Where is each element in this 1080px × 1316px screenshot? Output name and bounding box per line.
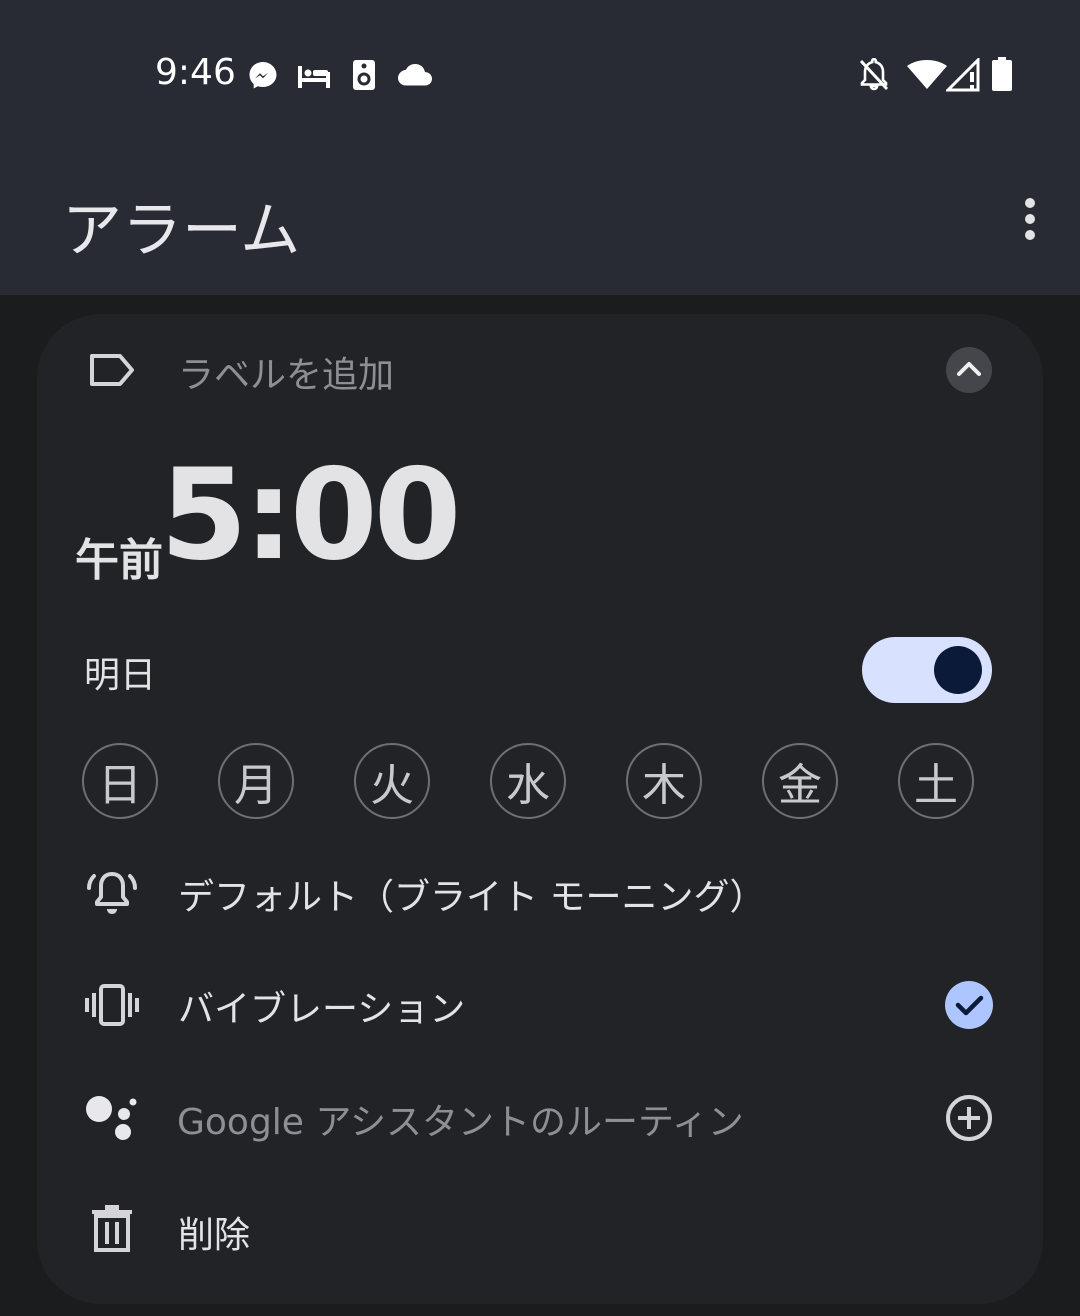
label-icon[interactable] [88, 352, 136, 388]
chevron-up-icon [957, 362, 981, 376]
google-assistant-icon [86, 1096, 137, 1140]
day-wednesday[interactable]: 水 [490, 743, 566, 819]
more-vert-icon[interactable] [1010, 196, 1050, 242]
cell-signal-icon [946, 58, 980, 92]
check-icon [955, 995, 984, 1016]
day-saturday[interactable]: 土 [898, 743, 974, 819]
alarm-toggle[interactable] [862, 637, 992, 703]
schedule-text[interactable]: 明日 [84, 646, 156, 698]
wifi-icon [907, 60, 947, 89]
day-tuesday[interactable]: 火 [354, 743, 430, 819]
trash-icon [92, 1205, 132, 1252]
cloud-icon [398, 64, 432, 86]
bed-icon [298, 66, 330, 88]
day-sunday[interactable]: 日 [82, 743, 158, 819]
vibration-checkbox[interactable] [945, 981, 993, 1029]
ampm-label[interactable]: 午前 [75, 524, 163, 588]
speaker-icon [353, 60, 375, 90]
top-app-bar: 9:46 アラーム [0, 0, 1080, 295]
page-title: アラーム [62, 196, 301, 266]
add-label-field[interactable]: ラベルを追加 [178, 346, 394, 398]
vibration-icon [85, 984, 139, 1026]
toggle-knob [934, 646, 982, 694]
status-time: 9:46 [155, 52, 236, 93]
alarm-time[interactable]: 5:00 [160, 452, 461, 578]
delete-button[interactable]: 削除 [178, 1206, 250, 1258]
alarm-bell-icon [87, 872, 137, 914]
day-thursday[interactable]: 木 [626, 743, 702, 819]
assistant-routine-label[interactable]: Google アシスタントのルーティン [177, 1093, 744, 1145]
day-monday[interactable]: 月 [218, 743, 294, 819]
battery-icon [992, 57, 1012, 91]
vibration-label[interactable]: バイブレーション [178, 980, 465, 1032]
day-friday[interactable]: 金 [762, 743, 838, 819]
add-circle-icon[interactable] [944, 1093, 994, 1143]
collapse-button[interactable] [946, 347, 992, 393]
ringtone-button[interactable]: デフォルト（ブライト モーニング） [178, 868, 765, 920]
messenger-icon [249, 62, 277, 89]
notifications-off-icon [859, 58, 889, 91]
